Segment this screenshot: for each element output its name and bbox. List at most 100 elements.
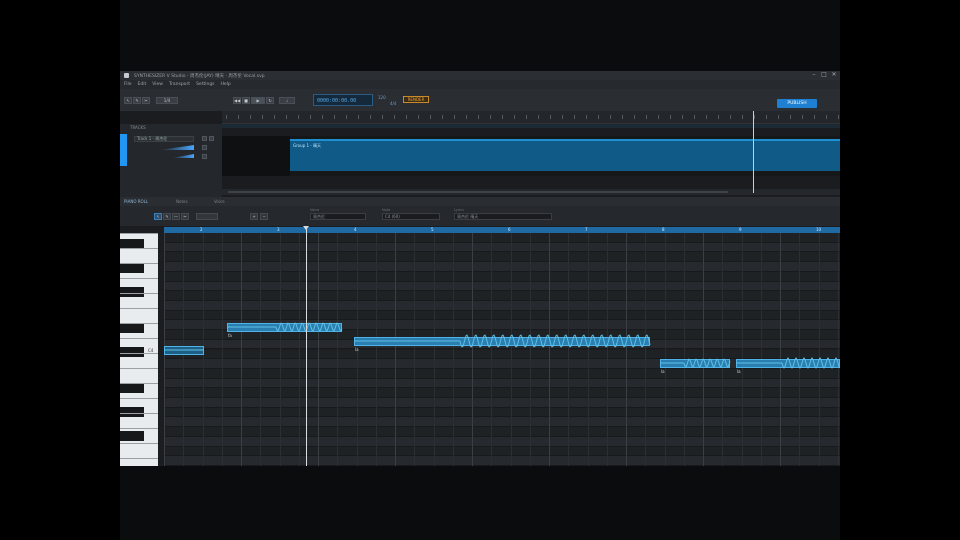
ruler-tick [322, 115, 323, 119]
note[interactable] [164, 346, 204, 355]
render-status[interactable]: RENDER [403, 96, 429, 103]
ruler-label: 10 [816, 227, 822, 232]
black-key[interactable] [120, 323, 144, 333]
grid-row [164, 233, 840, 243]
white-key-divider [120, 308, 158, 309]
volume-slider[interactable] [160, 145, 194, 150]
menu-edit[interactable]: Edit [138, 80, 147, 89]
tempo-value[interactable]: 120 [378, 95, 386, 100]
knife-tool-icon[interactable]: ✂ [142, 97, 150, 104]
pen-tool-icon[interactable]: ✎ [133, 97, 141, 104]
note-lyric[interactable]: la [737, 369, 741, 374]
quantize-select[interactable] [196, 213, 218, 220]
black-key[interactable] [120, 407, 144, 417]
play-button[interactable]: ▶ [251, 97, 265, 104]
track-fx-button[interactable] [202, 145, 207, 150]
tab-voice[interactable]: Voice [214, 199, 225, 204]
ruler-label: 9 [739, 227, 742, 232]
stop-icon[interactable]: ■ [242, 97, 250, 104]
beat-line [452, 233, 454, 466]
ruler-tick [634, 115, 635, 119]
menu-settings[interactable]: Settings [196, 80, 214, 89]
note[interactable] [354, 337, 650, 346]
editor-playhead[interactable] [306, 228, 307, 466]
grid-row [164, 417, 840, 428]
menu-transport[interactable]: Transport [169, 80, 190, 89]
zoom-out-icon[interactable]: − [260, 213, 268, 220]
select-tool-icon[interactable]: ↖ [154, 213, 162, 220]
publish-button[interactable]: PUBLISH [777, 99, 817, 108]
menu-view[interactable]: View [152, 80, 163, 89]
track-name-field[interactable]: Track 1 - 周杰伦 [134, 136, 194, 142]
note[interactable] [736, 359, 840, 368]
ruler-tick [802, 115, 803, 119]
bar-line [780, 233, 781, 466]
bar-line [626, 233, 627, 466]
note-grid[interactable]: fa la la la [164, 233, 840, 466]
piano-keyboard[interactable]: C4 [120, 233, 158, 466]
vocal-clip[interactable]: Group 1 - 晴天 [290, 139, 840, 171]
black-key[interactable] [120, 431, 144, 441]
black-key[interactable] [120, 287, 144, 297]
pen-tool-icon[interactable]: ✎ [163, 213, 171, 220]
grid-row [164, 436, 840, 447]
arrangement-ruler[interactable] [222, 111, 840, 124]
piano-roll-editor: PIANO ROLL Notes Voice ↖ ✎ 〰 ✂ + − Voice… [120, 197, 840, 466]
note[interactable] [227, 323, 342, 332]
grid-row [164, 349, 840, 360]
knife-tool-icon[interactable]: ✂ [181, 213, 189, 220]
menu-bar: File Edit View Transport Settings Help [120, 80, 840, 89]
tab-notes[interactable]: Notes [176, 199, 188, 204]
pan-slider[interactable] [172, 154, 194, 158]
voice-field[interactable]: 周杰伦 [310, 213, 366, 220]
zoom-in-icon[interactable]: + [250, 213, 258, 220]
black-key[interactable] [120, 347, 144, 357]
lane-empty-region [222, 136, 290, 176]
arrangement-playhead[interactable] [753, 111, 754, 193]
beat-line [741, 233, 743, 466]
menu-help[interactable]: Help [221, 80, 231, 89]
note[interactable] [660, 359, 730, 368]
note-lyric[interactable]: la [661, 369, 665, 374]
minimize-icon[interactable]: – [811, 72, 817, 78]
snap-select[interactable]: 1/4 [156, 97, 178, 104]
window-title: SYNTHESIZER V Studio - 周杰伦(JAY) 晴天 · 周杰伦… [134, 74, 265, 79]
black-key[interactable] [120, 263, 144, 273]
note-field[interactable]: C4 (60) [382, 213, 440, 220]
note-lyric[interactable]: fa [228, 333, 232, 338]
beat-line [645, 233, 647, 466]
pointer-tool-icon[interactable]: ↖ [124, 97, 132, 104]
metronome-button[interactable]: ♩ [279, 97, 295, 104]
bar-line [241, 233, 242, 466]
tab-piano-roll[interactable]: PIANO ROLL [124, 199, 148, 204]
pitch-tool-icon[interactable]: 〰 [172, 213, 180, 220]
track-lane[interactable]: Group 1 - 晴天 [222, 136, 840, 176]
ruler-tick [538, 115, 539, 119]
ruler-tick [670, 115, 671, 119]
ruler-tick [742, 115, 743, 119]
rewind-icon[interactable]: ◀◀ [233, 97, 241, 104]
voice-field-label: Voice [310, 208, 320, 212]
grid-row [164, 252, 840, 263]
maximize-icon[interactable]: □ [821, 72, 827, 78]
track-settings-button[interactable] [202, 154, 207, 159]
lyrics-field[interactable]: 周杰伦 晴天 [454, 213, 552, 220]
ruler-tick [754, 115, 755, 119]
black-key[interactable] [120, 383, 144, 393]
menu-file[interactable]: File [124, 80, 132, 89]
ruler-tick [466, 115, 467, 119]
time-signature[interactable]: 4/4 [390, 101, 396, 106]
ruler-tick [406, 115, 407, 119]
white-key-divider [120, 458, 158, 459]
loop-icon[interactable]: ↻ [266, 97, 274, 104]
arrangement-scrollbar[interactable] [222, 189, 840, 195]
mute-button[interactable] [202, 136, 207, 141]
beat-line [414, 233, 416, 466]
ruler-tick [454, 115, 455, 119]
note-lyric[interactable]: la [355, 347, 359, 352]
solo-button[interactable] [209, 136, 214, 141]
scroll-thumb[interactable] [228, 191, 728, 193]
close-icon[interactable]: ✕ [831, 72, 837, 78]
white-key-divider [120, 233, 158, 234]
loop-bar[interactable] [222, 124, 840, 128]
